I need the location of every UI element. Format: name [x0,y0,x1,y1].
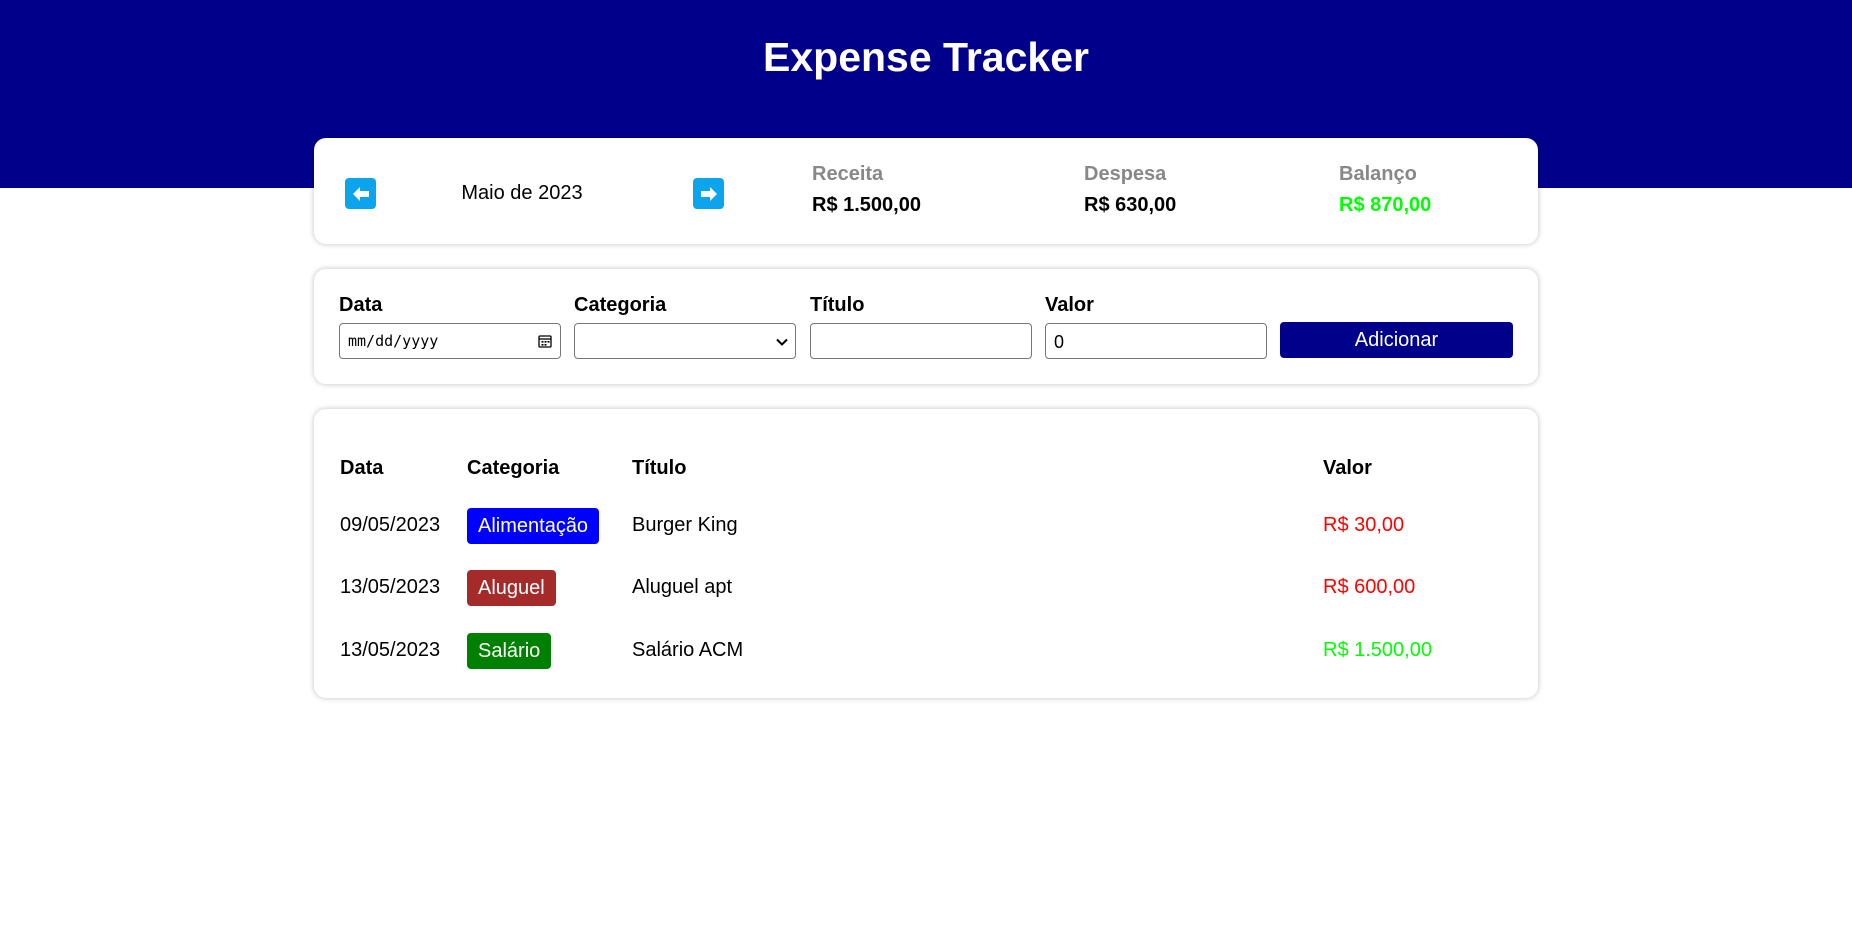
row-value: R$ 1.500,00 [1323,639,1432,661]
titulo-input[interactable] [810,323,1032,359]
valor-input[interactable]: 0 [1045,323,1267,359]
table-row: 13/05/2023 Aluguel Aluguel apt R$ 600,00 [314,567,1538,619]
prev-month-button[interactable] [345,178,376,209]
valor-label: Valor [1045,294,1094,316]
receita-label: Receita [812,163,884,185]
valor-field: Valor 0 [1045,293,1267,359]
row-date: 13/05/2023 [340,576,441,598]
row-date: 13/05/2023 [340,639,441,661]
row-title: Burger King [632,514,738,536]
category-badge: Alimentação [467,508,600,544]
add-button[interactable]: Adicionar [1280,322,1513,358]
categoria-select[interactable] [574,323,796,359]
chevron-down-icon [776,338,788,346]
despesa-stat: Despesa R$ 630,00 [1084,160,1176,222]
summary-card: Maio de 2023 Receita R$ 1.500,00 Despesa… [314,138,1538,244]
receita-value: R$ 1.500,00 [812,194,921,216]
calendar-icon[interactable] [538,334,552,348]
row-value: R$ 600,00 [1323,576,1416,598]
arrow-right-icon [700,186,717,201]
valor-value: 0 [1054,332,1065,352]
page-title: Expense Tracker [763,34,1089,80]
column-header-valor: Valor [1323,457,1372,479]
despesa-value: R$ 630,00 [1084,194,1177,216]
next-month-button[interactable] [693,178,724,209]
categoria-field: Categoria [574,293,796,359]
categoria-label: Categoria [574,294,667,316]
receita-stat: Receita R$ 1.500,00 [812,160,921,222]
despesa-label: Despesa [1084,163,1167,185]
column-header-titulo: Título [632,457,687,479]
table-row: 13/05/2023 Salário Salário ACM R$ 1.500,… [314,630,1538,682]
titulo-field: Título [810,293,1032,359]
category-badge: Aluguel [467,570,556,606]
row-date: 09/05/2023 [340,514,441,536]
arrow-left-icon [352,186,369,201]
date-placeholder: mm/dd/yyyy [348,332,439,350]
data-field: Data mm/dd/yyyy [339,293,561,359]
category-badge: Salário [467,633,552,669]
column-header-categoria: Categoria [467,457,560,479]
data-label: Data [339,294,383,316]
column-header-data: Data [340,457,384,479]
balanco-value: R$ 870,00 [1339,194,1432,216]
current-month: Maio de 2023 [461,182,583,204]
balanco-stat: Balanço R$ 870,00 [1339,160,1431,222]
table-row: 09/05/2023 Alimentação Burger King R$ 30… [314,505,1538,557]
row-title: Salário ACM [632,639,744,661]
date-input[interactable]: mm/dd/yyyy [339,323,561,359]
titulo-label: Título [810,294,865,316]
row-title: Aluguel apt [632,576,733,598]
row-value: R$ 30,00 [1323,514,1405,536]
entries-table: Data Categoria Título Valor 09/05/2023 A… [314,409,1538,698]
balanco-label: Balanço [1339,163,1417,185]
add-entry-card: Data mm/dd/yyyy Categoria Título Valor 0… [314,269,1538,384]
